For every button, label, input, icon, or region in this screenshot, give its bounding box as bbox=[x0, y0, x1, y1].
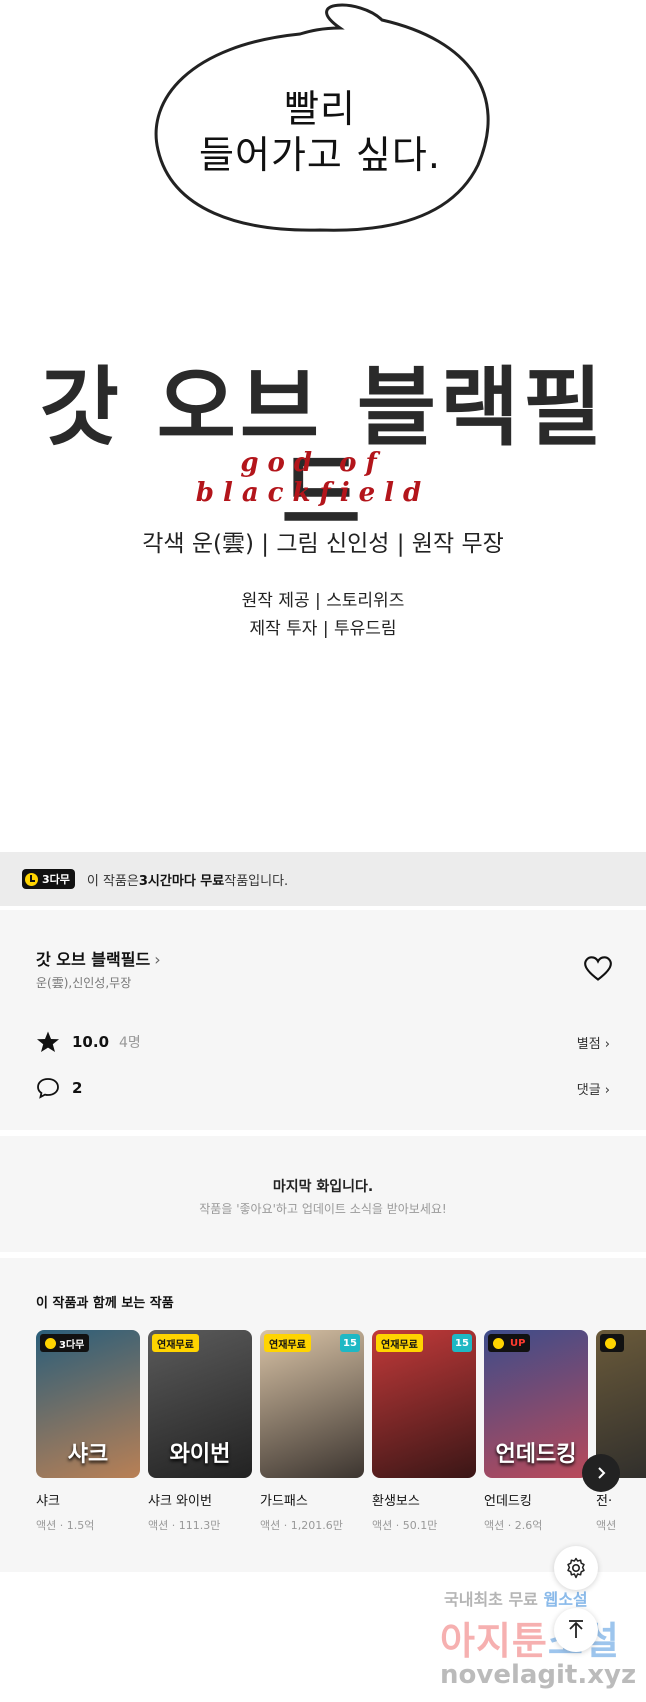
recommendation-badge: 연재무료 bbox=[152, 1334, 199, 1352]
arrow-right-icon bbox=[598, 1467, 606, 1479]
clock-icon bbox=[45, 1337, 56, 1349]
work-authors: 운(雲),신인성,무장 bbox=[36, 976, 132, 990]
free-every-3h-banner: 3다무 이 작품은 3시간마다 무료 작품입니다. bbox=[0, 852, 646, 906]
chevron-right-icon: › bbox=[154, 950, 161, 969]
recommendation-meta: 액션 bbox=[596, 1519, 617, 1532]
thumbnail-title-art: 와이번 bbox=[169, 1442, 231, 1467]
recommendation-badge: 연재무료 bbox=[264, 1334, 311, 1352]
heart-icon[interactable] bbox=[584, 956, 612, 982]
banner-text-pre: 이 작품은 bbox=[86, 873, 139, 889]
arrow-up-icon bbox=[569, 1620, 583, 1638]
scroll-top-button[interactable] bbox=[554, 1608, 598, 1652]
recommendation-badge bbox=[600, 1334, 624, 1352]
recommendation-meta: 액션 · 1.5억 bbox=[36, 1519, 95, 1532]
recommendation-title: 샤크 bbox=[36, 1494, 60, 1509]
recommendation-title: 전· bbox=[596, 1494, 613, 1509]
comment-row: 2 댓글 › bbox=[36, 1075, 610, 1101]
recommendation-title: 언데드킹 bbox=[484, 1494, 532, 1509]
recommendation-thumbnail: UP 언데드킹 bbox=[484, 1330, 588, 1478]
recommendation-badge: UP bbox=[488, 1334, 531, 1352]
carousel-next-button[interactable] bbox=[582, 1454, 620, 1492]
recommendation-card[interactable]: 연재무료 15 환생보스액션 · 50.1만 bbox=[372, 1330, 476, 1533]
clock-icon bbox=[493, 1337, 504, 1349]
comments-link[interactable]: 댓글 › bbox=[577, 1079, 610, 1098]
recommendation-card[interactable]: 전· 액션 bbox=[596, 1330, 646, 1533]
recommendation-card[interactable]: 3다무 샤크 샤크 액션 · 1.5억 bbox=[36, 1330, 140, 1533]
recommendations-title: 이 작품과 함께 보는 작품 bbox=[36, 1296, 174, 1311]
watermark-url: novelagit.xyz bbox=[440, 1660, 637, 1690]
recommendation-meta: 액션 · 111.3만 bbox=[148, 1519, 221, 1532]
star-icon bbox=[37, 1031, 59, 1052]
credits-sub: 제작 투자 | 투유드림 bbox=[249, 619, 397, 639]
last-episode-title: 마지막 화입니다. bbox=[272, 1179, 374, 1195]
last-episode-subtitle: 작품을 '좋아요'하고 업데이트 소식을 받아보세요! bbox=[199, 1202, 447, 1216]
comment-icon bbox=[37, 1078, 59, 1099]
age-rating-badge: 15 bbox=[340, 1334, 360, 1352]
recommendation-card[interactable]: 연재무료와이번샤크 와이번액션 · 111.3만 bbox=[148, 1330, 252, 1533]
thumbnail-title-art: 언데드킹 bbox=[495, 1442, 577, 1467]
last-episode-notice: 마지막 화입니다. 작품을 '좋아요'하고 업데이트 소식을 받아보세요! bbox=[0, 1136, 646, 1252]
recommendation-title: 가드패스 bbox=[260, 1494, 308, 1509]
speech-bubble-line: 들어가고 싶다. bbox=[199, 133, 441, 177]
clock-icon bbox=[605, 1337, 616, 1349]
comment-count: 2 bbox=[72, 1079, 83, 1097]
recommendation-thumbnail: 연재무료와이번 bbox=[148, 1330, 252, 1478]
settings-button[interactable] bbox=[554, 1546, 598, 1590]
rating-row: 10.0 4명 별점 › bbox=[36, 1029, 610, 1055]
recommendation-thumbnail: 연재무료 15 bbox=[260, 1330, 364, 1478]
recommendation-meta: 액션 · 50.1만 bbox=[372, 1519, 438, 1532]
recommendations-section: 이 작품과 함께 보는 작품 3다무 샤크 샤크 액션 · 1.5억 연재무료 와이번 샤크… bbox=[0, 1258, 646, 1572]
recommendation-card[interactable]: UP 언데드킹 언데드킹 액션 · 2.6억 bbox=[484, 1330, 588, 1533]
credits-sub: 원작 제공 | 스토리위즈 bbox=[241, 591, 405, 611]
thumbnail-title-art: 샤크 bbox=[67, 1442, 109, 1467]
work-info-card: 갓 오브 블랙필드 › 운(雲),신인성,무장 10.0 4명 별점 › 2 댓글… bbox=[0, 910, 646, 1130]
recommendation-thumbnail: 연재무료 15 bbox=[372, 1330, 476, 1478]
banner-text-post: 작품입니다. bbox=[224, 873, 289, 889]
recommendation-card[interactable]: 연재무료 15 가드패스액션 · 1,201.6만 bbox=[260, 1330, 364, 1533]
site-watermark: 국내최초 무료 웹소설 아지툰소설 novelagit.xyz bbox=[440, 1582, 646, 1702]
work-title: 갓 오브 블랙필드 bbox=[36, 950, 151, 969]
work-title-link[interactable]: 갓 오브 블랙필드 › bbox=[36, 946, 161, 970]
recommendation-badge: 연재무료 bbox=[376, 1334, 423, 1352]
title-logo-english: god of blackfield bbox=[195, 448, 431, 508]
recommendation-meta: 액션 · 2.6억 bbox=[484, 1519, 543, 1532]
credits-main: 각색 운(雲) | 그림 신인성 | 원작 무장 bbox=[142, 531, 504, 557]
recommendation-badge: 3다무 bbox=[40, 1334, 90, 1352]
gear-icon bbox=[567, 1557, 585, 1579]
recommendation-title: 환생보스 bbox=[372, 1494, 420, 1509]
rating-count: 4명 bbox=[119, 1035, 141, 1051]
recommendation-thumbnail: 3다무샤크 bbox=[36, 1330, 140, 1478]
age-rating-badge: 15 bbox=[452, 1334, 472, 1352]
three-hour-free-badge: 3다무 bbox=[22, 869, 75, 889]
watermark-line: 국내최초 무료 웹소설 bbox=[444, 1590, 588, 1609]
rating-link[interactable]: 별점 › bbox=[577, 1033, 610, 1052]
comic-panel: 빨리 들어가고 싶다. 갓 오브 블랙필드 god of blackfield … bbox=[0, 0, 646, 852]
recommendation-meta: 액션 · 1,201.6만 bbox=[260, 1519, 343, 1532]
clock-icon bbox=[25, 872, 38, 886]
recommendation-title: 샤크 와이번 bbox=[148, 1494, 212, 1509]
banner-text-bold: 3시간마다 무료 bbox=[138, 873, 225, 889]
rating-value: 10.0 bbox=[72, 1033, 110, 1051]
